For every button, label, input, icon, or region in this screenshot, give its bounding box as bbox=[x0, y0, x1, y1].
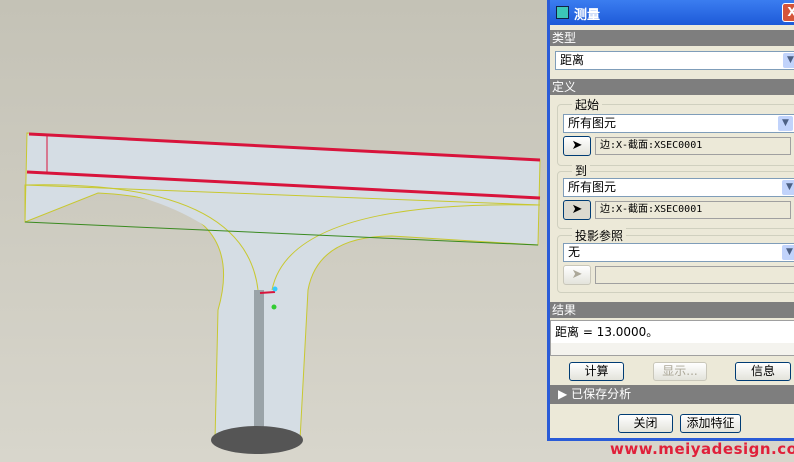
from-label: 起始 bbox=[572, 96, 603, 113]
projection-dropdown[interactable]: 无 ▼ bbox=[563, 243, 794, 262]
to-selection-field[interactable]: 边:X-截面:XSEC0001 bbox=[595, 201, 791, 219]
projection-label: 投影参照 bbox=[572, 227, 627, 244]
point-marker bbox=[272, 286, 278, 292]
result-section-header: 结果 bbox=[550, 302, 794, 318]
definition-section-header: 定义 bbox=[550, 79, 794, 95]
type-dropdown[interactable]: 距离 ▼ bbox=[555, 51, 794, 70]
compute-button[interactable]: 计算 bbox=[569, 362, 624, 381]
stem-shading bbox=[254, 290, 264, 440]
stem-end bbox=[211, 426, 303, 454]
projection-select-button[interactable]: ➤ bbox=[563, 265, 591, 285]
arrow-cursor-icon: ➤ bbox=[571, 202, 583, 217]
chevron-down-icon[interactable]: ▼ bbox=[783, 53, 794, 68]
dialog-title: 测量 bbox=[550, 0, 794, 25]
saved-analysis-toggle[interactable]: ▶ 已保存分析 bbox=[550, 385, 794, 404]
chevron-down-icon[interactable]: ▼ bbox=[778, 116, 793, 131]
result-text: 距离 = 13.0000。 bbox=[555, 325, 659, 339]
measure-icon bbox=[556, 6, 569, 19]
from-filter-value: 所有图元 bbox=[568, 116, 617, 130]
from-selection-field[interactable]: 边:X-截面:XSEC0001 bbox=[595, 137, 791, 155]
measure-line bbox=[259, 291, 276, 294]
type-value: 距离 bbox=[560, 53, 585, 67]
measure-dialog: 测量 X 类型 距离 ▼ 定义 起始 所有图元 ▼ ➤ 边:X-截面:XSEC000… bbox=[547, 0, 794, 441]
to-label: 到 bbox=[572, 162, 591, 179]
close-button[interactable]: X bbox=[782, 3, 794, 22]
type-section-header: 类型 bbox=[550, 30, 794, 46]
saved-analysis-label: 已保存分析 bbox=[571, 387, 632, 401]
show-button[interactable]: 显示... bbox=[653, 362, 707, 381]
to-filter-value: 所有图元 bbox=[568, 180, 617, 194]
chevron-down-icon[interactable]: ▼ bbox=[782, 180, 794, 195]
from-filter-dropdown[interactable]: 所有图元 ▼ bbox=[563, 114, 794, 133]
info-button[interactable]: 信息 bbox=[735, 362, 791, 381]
close-dialog-button[interactable]: 关闭 bbox=[618, 414, 673, 433]
watermark: www.meiyadesign.com bbox=[610, 440, 794, 458]
t-pipe-part bbox=[24, 132, 541, 441]
point-marker bbox=[271, 304, 277, 310]
projection-selection-field[interactable] bbox=[595, 266, 794, 284]
result-textbox[interactable]: 距离 = 13.0000。 bbox=[550, 320, 794, 356]
to-select-button[interactable]: ➤ bbox=[563, 200, 591, 220]
to-filter-dropdown[interactable]: 所有图元 ▼ bbox=[563, 178, 794, 197]
chevron-down-icon[interactable]: ▼ bbox=[782, 245, 794, 260]
horizontal-scrollbar[interactable] bbox=[551, 343, 794, 355]
add-feature-button[interactable]: 添加特征 bbox=[680, 414, 741, 433]
projection-value: 无 bbox=[568, 245, 581, 259]
arrow-cursor-icon: ➤ bbox=[571, 138, 583, 153]
arrow-cursor-icon: ➤ bbox=[571, 267, 583, 282]
from-select-button[interactable]: ➤ bbox=[563, 136, 591, 156]
model-viewport[interactable] bbox=[0, 0, 547, 462]
expand-triangle-icon: ▶ bbox=[558, 387, 568, 401]
